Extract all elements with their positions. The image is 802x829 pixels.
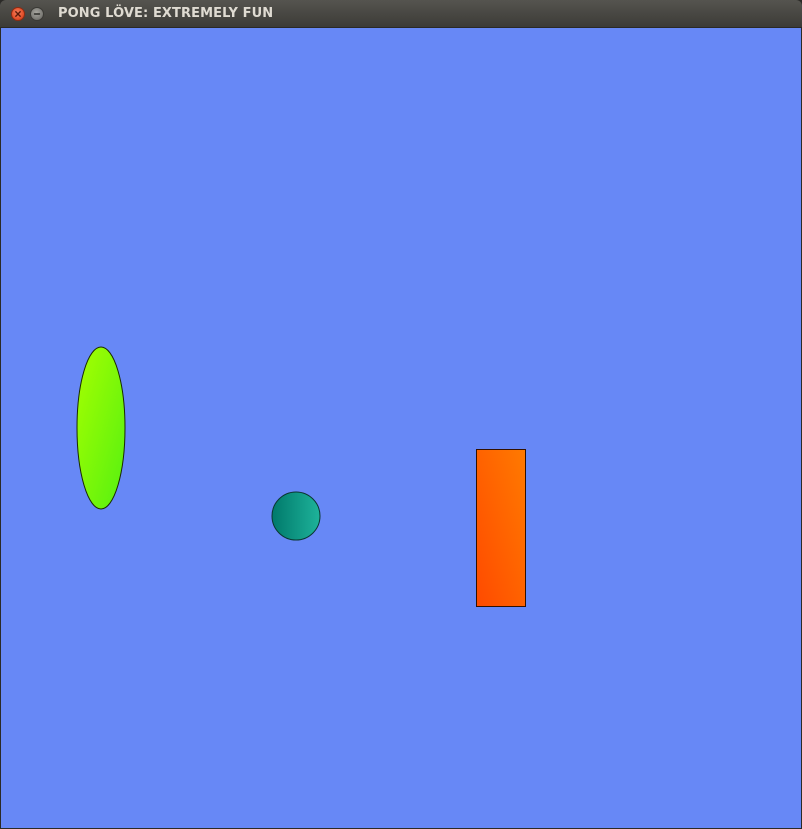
right-paddle: [476, 449, 526, 607]
left-paddle: [76, 346, 126, 510]
title-bar: PONG LÖVE: EXTREMELY FUN: [0, 0, 802, 28]
game-scene: [76, 346, 526, 607]
game-window: PONG LÖVE: EXTREMELY FUN: [0, 0, 802, 829]
close-icon[interactable]: [11, 7, 25, 21]
ball: [271, 491, 321, 541]
window-title: PONG LÖVE: EXTREMELY FUN: [58, 6, 274, 21]
game-canvas: [1, 28, 801, 828]
minimize-icon[interactable]: [30, 7, 44, 21]
